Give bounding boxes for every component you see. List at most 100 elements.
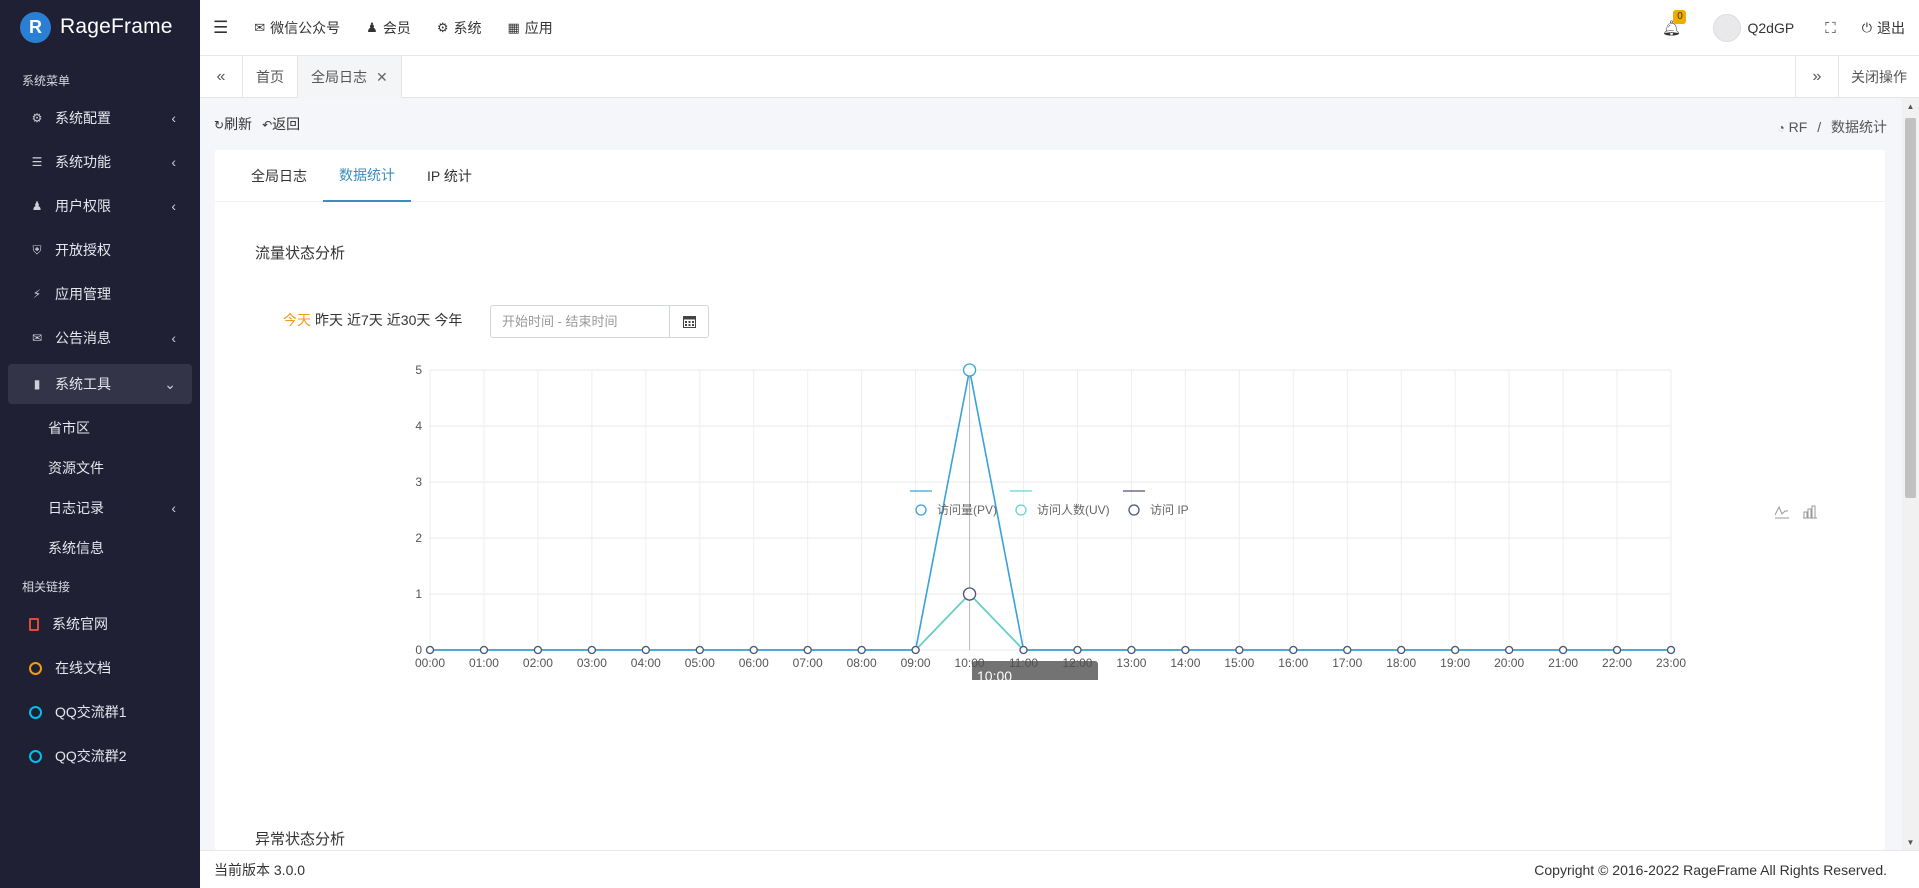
sidebar-link-label: QQ交流群2 (55, 748, 127, 764)
data-point (1612, 645, 1622, 655)
x-tick-label: 01:00 (469, 656, 499, 670)
tab-data-stats[interactable]: 数据统计 (323, 150, 411, 202)
range-this-year[interactable]: 今年 (434, 310, 462, 330)
data-point (1073, 645, 1082, 655)
top-nav-label: 微信公众号 (270, 19, 341, 36)
sidebar-item-5[interactable]: ✉ 公告消息 ‹ (0, 316, 200, 360)
data-point (1127, 645, 1136, 655)
x-tick-label: 13:00 (1116, 656, 1146, 670)
range-30days[interactable]: 近30天 (387, 310, 431, 330)
tab-ip-stats[interactable]: IP 统计 (411, 150, 488, 202)
sidebar-link-label: QQ交流群1 (55, 704, 127, 720)
sidebar-link-0[interactable]: 系统官网 (0, 602, 200, 646)
x-tick-label: 09:00 (901, 656, 931, 670)
double-chevron-right-icon: » (1812, 68, 1822, 85)
comments-icon: ✉ (31, 331, 43, 345)
logout-button[interactable]: ⏻ 退出 (1854, 0, 1919, 56)
sidebar-submenu-tools: 省市区 资源文件 日志记录 ‹ 系统信息 (0, 408, 200, 568)
top-nav-item-0[interactable]: ✉ 微信公众号 (241, 0, 353, 56)
legend-label: 访问人数(UV) (1037, 502, 1110, 517)
user-menu[interactable]: Q2dGP (1691, 0, 1807, 56)
top-nav-item-3[interactable]: ▦ 应用 (494, 0, 565, 56)
menu-toggle-button[interactable]: ☰ (200, 0, 241, 56)
date-range-input[interactable] (490, 305, 670, 338)
bar-chart-icon-bar (1803, 511, 1808, 519)
series-line-1 (430, 592, 1671, 651)
top-nav-label: 系统 (453, 19, 482, 36)
chevron-left-icon: ‹ (171, 198, 176, 214)
back-label: 返回 (272, 116, 301, 132)
page-scrollbar[interactable]: ▲ ▼ (1902, 98, 1919, 850)
brand[interactable]: R RageFrame (0, 0, 200, 54)
bar-chart-icon-bar (1807, 508, 1812, 519)
data-point (587, 645, 597, 655)
tab-global-log-label: 全局日志 (311, 69, 367, 85)
top-nav-item-2[interactable]: ⚙ 系统 (424, 0, 495, 56)
x-tick-label: 14:00 (1170, 656, 1200, 670)
sidebar-link-1[interactable]: 在线文档 (0, 646, 200, 690)
data-point (1181, 645, 1190, 655)
tabs-scroll-right-button[interactable]: » (1795, 56, 1838, 98)
sidebar-item-label: 公告消息 (55, 330, 111, 346)
rageframe-logo-icon: R (20, 11, 51, 43)
tab-global-log[interactable]: 全局日志 ✕ (298, 56, 402, 98)
notifications-button[interactable]: 🔔︎ 0 (1651, 10, 1691, 37)
range-today[interactable]: 今天 (283, 310, 311, 330)
breadcrumb-separator: / (1817, 119, 1822, 135)
scroll-thumb[interactable] (1905, 118, 1916, 498)
sidebar-link-2[interactable]: QQ交流群1 (0, 690, 200, 734)
dashboard-icon: ◔ (1777, 121, 1785, 135)
scroll-up-icon[interactable]: ▲ (1902, 98, 1919, 114)
sidebar-item-6[interactable]: ▮ 系统工具 ⌄ (8, 364, 192, 404)
refresh-button[interactable]: ↻刷新 (214, 114, 252, 134)
sidebar-item-3[interactable]: ⛨ 开放授权 (0, 228, 200, 272)
x-tick-label: 04:00 (631, 656, 661, 670)
top-nav-item-1[interactable]: ♟ 会员 (353, 0, 424, 56)
sidebar-item-1[interactable]: ☰ 系统功能 ‹ (0, 140, 200, 184)
back-button[interactable]: ↶返回 (262, 114, 300, 134)
grid-icon: ▦ (507, 19, 520, 35)
legend-marker-icon (1015, 504, 1027, 516)
logout-label: 退出 (1877, 20, 1905, 36)
data-point (962, 363, 977, 377)
data-point (533, 645, 543, 655)
data-point (911, 645, 920, 655)
data-point (749, 645, 758, 655)
line-chart-toggle-icon[interactable] (1774, 505, 1789, 519)
sidebar-item-label: 用户权限 (55, 198, 111, 214)
power-icon: ⏻ (1861, 20, 1872, 35)
fullscreen-button[interactable]: ⛶ (1807, 0, 1854, 56)
close-icon[interactable]: ✕ (376, 69, 388, 86)
x-tick-label: 17:00 (1332, 656, 1362, 670)
range-7days[interactable]: 近7天 (347, 310, 383, 330)
tab-home[interactable]: 首页 (243, 56, 298, 98)
bookmark-icon (29, 617, 39, 631)
bar-chart-toggle-icon[interactable] (1803, 505, 1817, 519)
tabs-scroll-left-button[interactable]: « (200, 56, 243, 98)
refresh-label: 刷新 (224, 116, 253, 132)
range-yesterday[interactable]: 昨天 (315, 310, 343, 330)
sidebar-item-0[interactable]: ⚙ 系统配置 ‹ (0, 96, 200, 140)
y-tick-label: 3 (415, 475, 422, 489)
sidebar-subitem-2[interactable]: 日志记录 ‹ (0, 488, 200, 528)
data-point (1666, 645, 1676, 655)
sidebar-link-3[interactable]: QQ交流群2 (0, 734, 200, 778)
sidebar-subitem-1[interactable]: 资源文件 (0, 448, 200, 488)
data-point (425, 645, 435, 655)
chart-toolbox (1774, 505, 1817, 519)
sidebar-subitem-3[interactable]: 系统信息 (0, 528, 200, 568)
scroll-down-icon[interactable]: ▼ (1902, 834, 1919, 850)
data-point (857, 645, 866, 655)
sidebar-item-4[interactable]: ⚡ 应用管理 (0, 272, 200, 316)
calendar-button[interactable] (670, 305, 709, 338)
x-tick-label: 20:00 (1494, 656, 1524, 670)
close-operations-button[interactable]: 关闭操作 (1838, 56, 1919, 98)
breadcrumb-root[interactable]: RF (1789, 119, 1808, 135)
data-point (962, 587, 977, 601)
sidebar-item-2[interactable]: ♟ 用户权限 ‹ (0, 184, 200, 228)
top-nav-label: 会员 (382, 19, 411, 36)
tab-global-log-inner[interactable]: 全局日志 (235, 150, 323, 202)
date-range-shortcuts: 今天 昨天 近7天 近30天 今年 (283, 310, 462, 330)
sidebar-subitem-0[interactable]: 省市区 (0, 408, 200, 448)
plug-icon: ⚡ (32, 287, 42, 301)
